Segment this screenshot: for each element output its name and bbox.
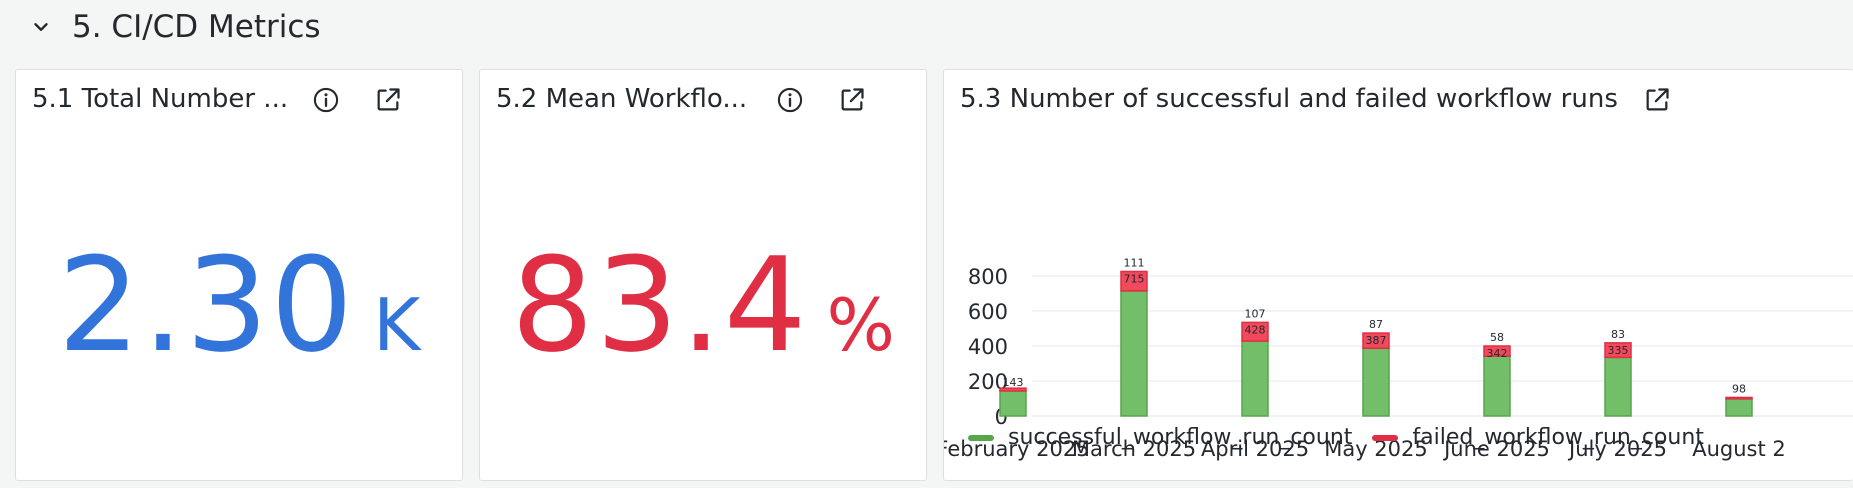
- panel-total-number: 5.1 Total Number ... 2.30 K: [15, 69, 463, 481]
- stat-unit: K: [373, 283, 421, 367]
- legend-label: failed_workflow_run_count: [1412, 425, 1704, 450]
- panel-title[interactable]: 5.3 Number of successful and failed work…: [960, 82, 1618, 116]
- panel-title[interactable]: 5.2 Mean Workflo...: [496, 82, 747, 116]
- stat-unit: %: [826, 283, 895, 367]
- legend-item-successful[interactable]: successful_workflow_run_count: [968, 425, 1352, 450]
- bar-successful: [1120, 290, 1148, 417]
- external-link-icon[interactable]: [374, 86, 402, 114]
- bar-successful: [1483, 355, 1511, 417]
- y-tick-label: 800: [968, 265, 1008, 289]
- stat-value: 83.4%: [480, 230, 926, 380]
- legend-item-failed[interactable]: failed_workflow_run_count: [1372, 425, 1704, 450]
- data-label-failed: 83: [1611, 328, 1625, 341]
- bar-successful: [1725, 398, 1753, 417]
- row-header: 5. CI/CD Metrics: [0, 0, 1853, 56]
- data-label-successful: 342: [1487, 347, 1508, 360]
- stat-number: 83.4: [511, 229, 809, 381]
- y-tick-label: 600: [968, 300, 1008, 324]
- panel-workflow-runs-chart: 5.3 Number of successful and failed work…: [943, 69, 1853, 481]
- data-label-failed: 87: [1369, 318, 1383, 331]
- bar-failed: [1725, 396, 1753, 400]
- chart-legend: successful_workflow_run_count failed_wor…: [968, 425, 1724, 450]
- data-label-successful: 715: [1124, 272, 1145, 285]
- external-link-icon[interactable]: [1643, 86, 1671, 114]
- data-label-successful: 387: [1366, 334, 1387, 347]
- y-tick-label: 400: [968, 335, 1008, 359]
- data-label-successful: 428: [1245, 323, 1266, 336]
- legend-label: successful_workflow_run_count: [1008, 425, 1353, 450]
- data-label-failed: 111: [1124, 256, 1145, 269]
- bar-successful: [1241, 340, 1269, 417]
- data-label-failed: 107: [1245, 307, 1266, 320]
- legend-swatch: [968, 434, 994, 441]
- data-label-successful: 335: [1608, 344, 1629, 357]
- legend-swatch: [1372, 434, 1399, 441]
- chevron-down-icon[interactable]: [30, 16, 52, 38]
- info-icon[interactable]: [776, 86, 804, 114]
- data-label-failed: 98: [1732, 382, 1746, 395]
- stat-number: 2.30: [57, 229, 356, 381]
- external-link-icon[interactable]: [838, 86, 866, 114]
- bar-successful: [1604, 356, 1632, 417]
- info-icon[interactable]: [312, 86, 340, 114]
- data-label-failed: 58: [1490, 331, 1504, 344]
- data-label-successful: 143: [1003, 376, 1024, 389]
- row-title[interactable]: 5. CI/CD Metrics: [72, 8, 321, 46]
- stat-value: 2.30 K: [16, 230, 462, 380]
- bar-successful: [999, 390, 1027, 417]
- panel-mean-workflow: 5.2 Mean Workflo... 83.4%: [479, 69, 927, 481]
- bar-successful: [1362, 347, 1390, 417]
- panel-title[interactable]: 5.1 Total Number ...: [32, 82, 288, 116]
